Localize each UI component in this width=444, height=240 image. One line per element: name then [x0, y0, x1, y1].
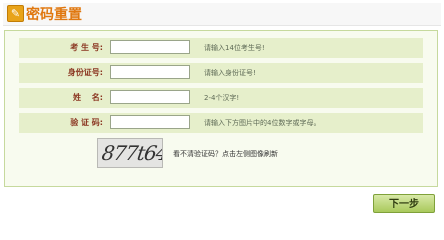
next-button[interactable]: 下一步: [373, 194, 435, 213]
name-input[interactable]: [110, 90, 190, 104]
reset-form-panel: 考 生 号: 请输入14位考生号! 身份证号: 请输入身份证号! 姓 名: 2-…: [4, 30, 438, 187]
key-icon: ✎: [7, 5, 24, 22]
page-title: 密码重置: [26, 7, 82, 23]
form-row-name: 姓 名: 2-4个汉字!: [19, 88, 423, 108]
name-label: 姓 名:: [73, 93, 103, 102]
captcha-label: 验 证 码:: [70, 118, 103, 127]
form-row-id-number: 身份证号: 请输入身份证号!: [19, 63, 423, 83]
form-row-captcha: 验 证 码: 请输入下方图片中的4位数字或字母。: [19, 113, 423, 133]
id-number-label: 身份证号:: [67, 68, 103, 77]
captcha-image-text: 877t64: [100, 141, 163, 165]
id-number-hint: 请输入身份证号!: [204, 69, 256, 77]
form-row-exam-number: 考 生 号: 请输入14位考生号!: [19, 38, 423, 58]
captcha-image[interactable]: 877t64: [97, 138, 163, 168]
captcha-hint: 请输入下方图片中的4位数字或字母。: [204, 119, 321, 127]
id-number-input[interactable]: [110, 65, 190, 79]
exam-number-input[interactable]: [110, 40, 190, 54]
exam-number-label: 考 生 号:: [70, 43, 103, 52]
name-hint: 2-4个汉字!: [204, 94, 240, 102]
captcha-refresh-hint: 看不清验证码？点击左侧图像刷新: [173, 150, 278, 158]
captcha-input[interactable]: [110, 115, 190, 129]
title-bar: ✎ 密码重置: [3, 3, 441, 26]
exam-number-hint: 请输入14位考生号!: [204, 44, 265, 52]
